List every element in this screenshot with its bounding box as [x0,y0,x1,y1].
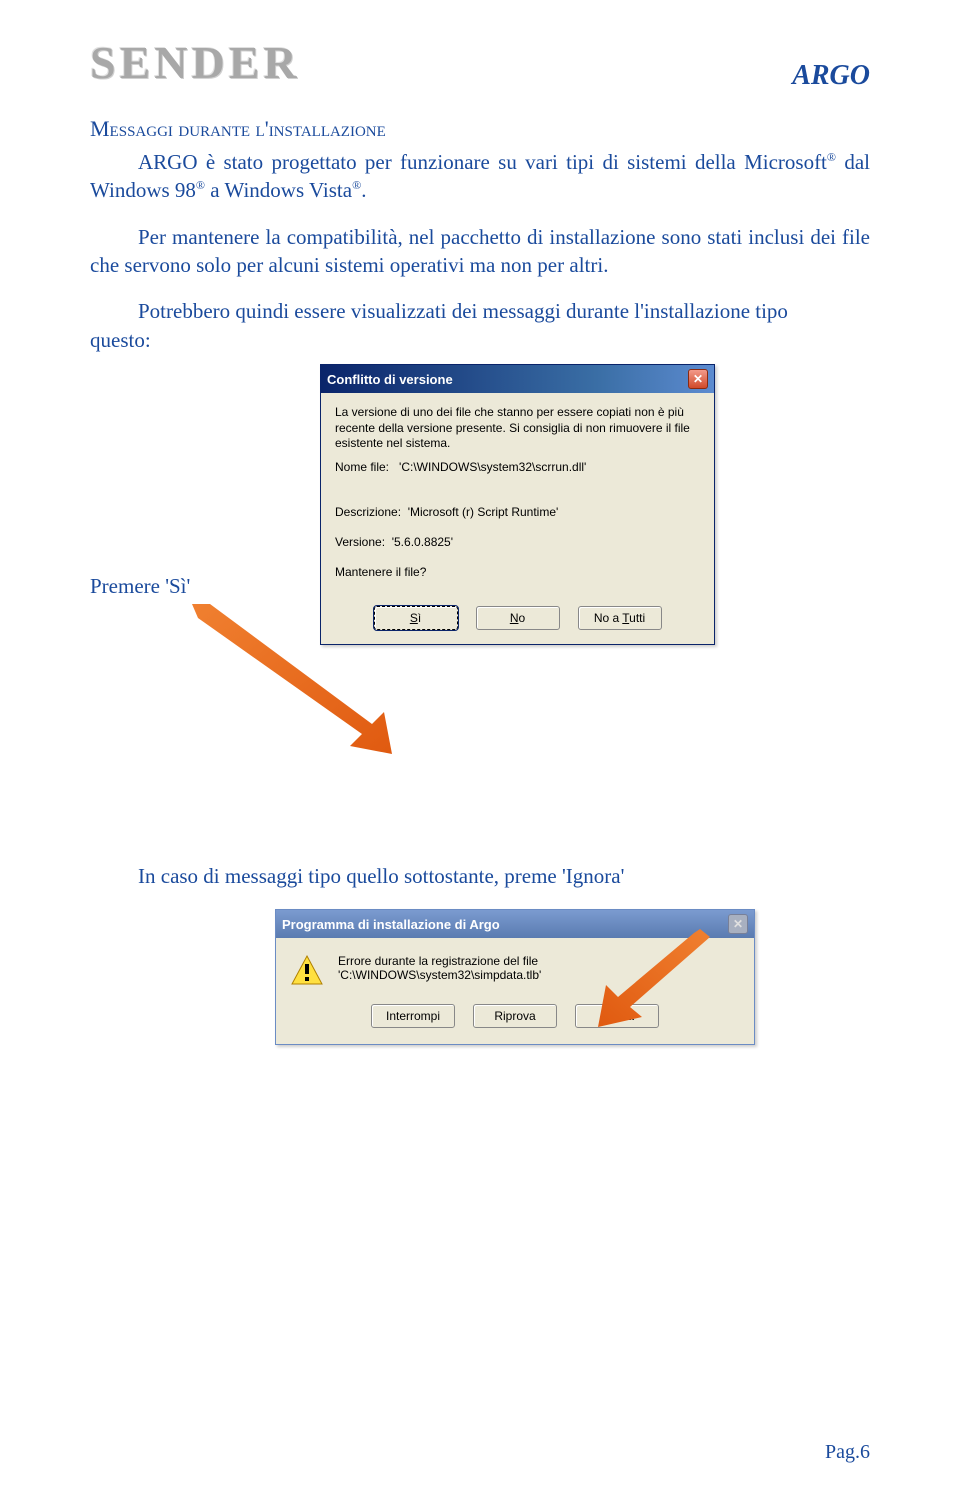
dialog1-body: La versione di uno dei file che stanno p… [321,393,714,596]
reg1: ® [827,150,836,164]
reg2: ® [196,178,205,192]
filename-value: 'C:\WINDOWS\system32\scrrun.dll' [399,460,586,474]
install-error-dialog: Programma di installazione di Argo ✕ Err… [275,909,755,1045]
no-u: N [510,611,519,625]
dialog2-message: Errore durante la registrazione del file… [338,954,740,982]
filename-row: Nome file: 'C:\WINDOWS\system32\scrrun.d… [335,460,700,476]
dialog1-title: Conflitto di versione [327,372,453,387]
dialog2-area: Programma di installazione di Argo ✕ Err… [90,909,870,1109]
warning-icon [290,954,324,988]
dialog2-body: Errore durante la registrazione del file… [276,938,754,996]
yes-button[interactable]: Sì [374,606,458,630]
page-number: Pag.6 [825,1441,870,1464]
press-yes-label: Premere 'Sì' [90,574,190,599]
filename-label: Nome file: [335,460,389,474]
ver-label: Versione: [335,535,385,549]
no-all-button[interactable]: No a Tutti [578,606,662,630]
desc-label: Descrizione: [335,505,401,519]
ver-row: Versione: '5.6.0.8825' [335,535,700,551]
argo-brand: ARGO [792,60,870,92]
dialog1-buttons: Sì No No a Tutti [321,596,714,644]
abort-button[interactable]: Interrompi [371,1004,455,1028]
desc-value: 'Microsoft (r) Script Runtime' [408,505,559,519]
paragraph-1: ARGO è stato progettato per funzionare s… [90,148,870,205]
dialog1-message: La versione di uno dei file che stanno p… [335,405,700,452]
no-button[interactable]: No [476,606,560,630]
paragraph-3: Potrebbero quindi essere visualizzati de… [90,297,870,354]
retry-button[interactable]: Riprova [473,1004,557,1028]
p3-line2: questo: [90,328,151,352]
paragraph-4: In caso di messaggi tipo quello sottosta… [90,864,870,889]
desc-row: Descrizione: 'Microsoft (r) Script Runti… [335,505,700,521]
keep-file-question: Mantenere il file? [335,565,700,581]
sender-logo: SENDER [90,40,870,86]
ver-value: '5.6.0.8825' [392,535,453,549]
dialog1-titlebar: Conflitto di versione ✕ [321,365,714,393]
dialog2-title: Programma di installazione di Argo [282,917,500,932]
dialog2-buttons: Interrompi Riprova Ignora [276,996,754,1044]
ignore-button[interactable]: Ignora [575,1004,659,1028]
close-icon[interactable]: ✕ [688,369,708,389]
reg3: ® [352,178,361,192]
section-heading: Messaggi durante l'installazione [90,116,870,142]
p1-text3: a Windows Vista [205,178,352,202]
noall-u: T [622,611,629,625]
p1-dot: . [361,178,366,202]
yes-u: S [410,611,418,625]
version-conflict-dialog: Conflitto di versione ✕ La versione di u… [320,364,715,645]
dialog2-titlebar: Programma di installazione di Argo ✕ [276,910,754,938]
close-icon[interactable]: ✕ [728,914,748,934]
p1-text: ARGO è stato progettato per funzionare s… [138,150,827,174]
paragraph-2: Per mantenere la compatibilità, nel pacc… [90,223,870,280]
dialog1-area: Premere 'Sì' Conflitto di versione ✕ La … [90,364,870,824]
p3-line1: Potrebbero quindi essere visualizzati de… [90,297,788,325]
